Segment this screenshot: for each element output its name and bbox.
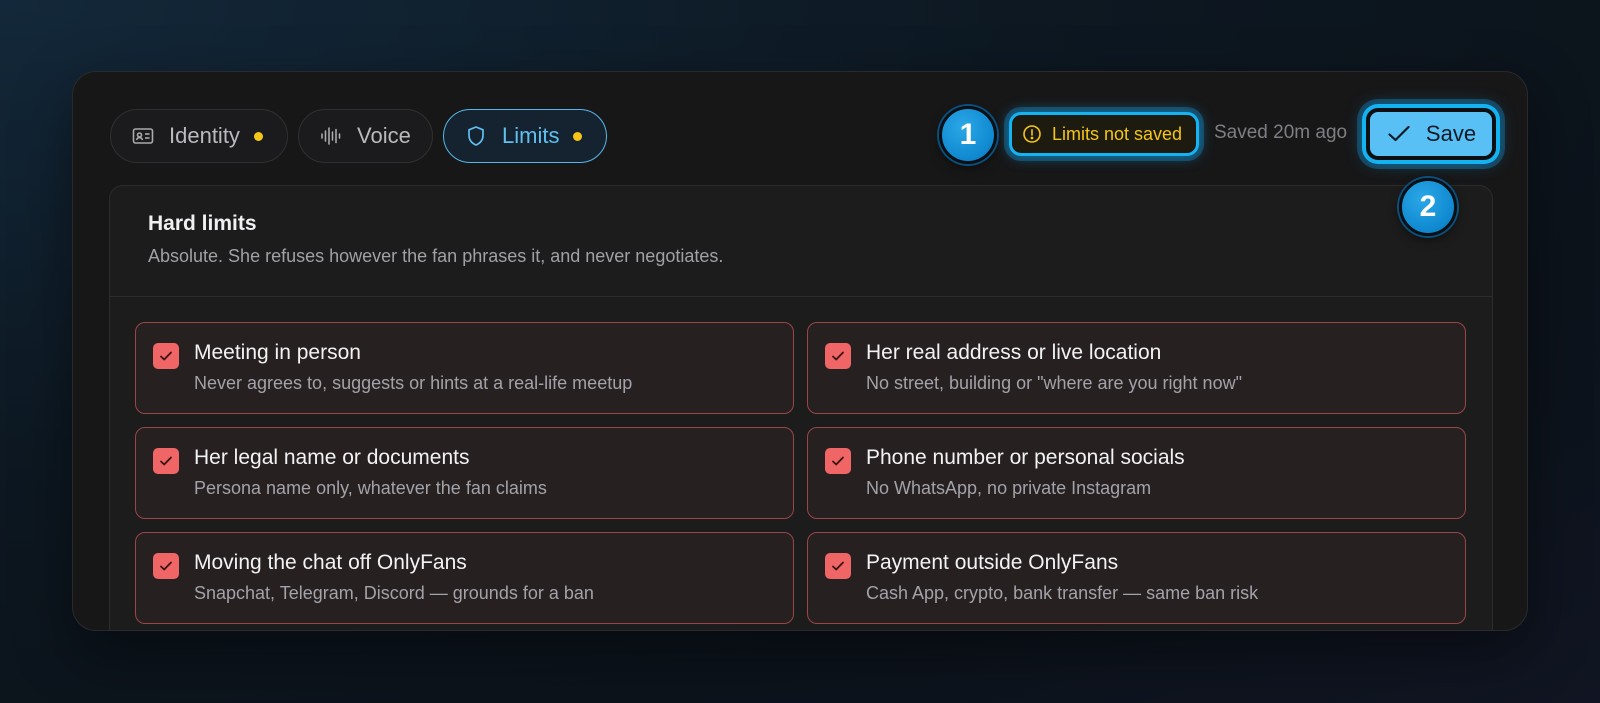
tab-voice[interactable]: Voice [298,109,433,163]
limit-description: Snapchat, Telegram, Discord — grounds fo… [194,583,594,603]
limit-item-phone[interactable]: Phone number or personal socials No What… [807,427,1466,519]
limit-title: Moving the chat off OnlyFans [194,551,467,574]
unsaved-dot [573,131,583,141]
panel-header: Hard limits Absolute. She refuses howeve… [110,186,1492,297]
limit-item-off-platform-payment[interactable]: Payment outside OnlyFans Cash App, crypt… [807,532,1466,624]
unsaved-status-label: Limits not saved [1052,123,1183,144]
save-button[interactable]: Save [1366,108,1496,160]
limit-description: No street, building or "where are you ri… [866,373,1242,393]
step-marker-2: 2 [1399,178,1457,236]
limit-description: No WhatsApp, no private Instagram [866,478,1152,498]
limit-item-meeting[interactable]: Meeting in person Never agrees to, sugge… [135,322,794,414]
tab-voice-label: Voice [357,123,411,148]
limit-title: Her real address or live location [866,341,1162,364]
limit-description: Persona name only, whatever the fan clai… [194,478,547,498]
checkbox-checked[interactable] [825,343,851,369]
last-saved-timestamp: Saved 20m ago [1214,122,1348,143]
checkbox-checked[interactable] [825,448,851,474]
step-marker-1: 1 [939,106,997,164]
save-button-label: Save [1425,121,1477,146]
id-card-icon [131,124,155,148]
tab-identity[interactable]: Identity [110,109,288,163]
limits-editor-window: Identity Voice Limits Hard limits Absolu… [72,71,1528,631]
limit-item-off-platform-chat[interactable]: Moving the chat off OnlyFans Snapchat, T… [135,532,794,624]
checkbox-checked[interactable] [153,343,179,369]
tab-limits-label: Limits [502,123,560,148]
limit-item-address[interactable]: Her real address or live location No str… [807,322,1466,414]
limits-grid: Meeting in person Never agrees to, sugge… [135,322,1466,624]
tab-identity-label: Identity [169,123,240,148]
checkmark-icon [1386,121,1412,147]
limit-description: Never agrees to, suggests or hints at a … [194,373,633,393]
waveform-icon [319,124,343,148]
unsaved-dot [253,131,263,141]
limit-item-legal-name[interactable]: Her legal name or documents Persona name… [135,427,794,519]
hard-limits-panel: Hard limits Absolute. She refuses howeve… [109,185,1493,630]
panel-title: Hard limits [148,212,257,235]
panel-subtitle: Absolute. She refuses however the fan ph… [148,246,724,266]
shield-icon [464,124,488,148]
tab-bar: Identity Voice Limits [110,109,607,163]
checkbox-checked[interactable] [153,448,179,474]
unsaved-status-badge: Limits not saved [1009,112,1199,156]
warning-circle-icon [1022,124,1042,144]
limit-description: Cash App, crypto, bank transfer — same b… [866,583,1259,603]
limit-title: Phone number or personal socials [866,446,1185,469]
checkbox-checked[interactable] [825,553,851,579]
tab-limits[interactable]: Limits [443,109,607,163]
checkbox-checked[interactable] [153,553,179,579]
limit-title: Meeting in person [194,341,361,364]
limit-title: Payment outside OnlyFans [866,551,1119,574]
limit-title: Her legal name or documents [194,446,470,469]
